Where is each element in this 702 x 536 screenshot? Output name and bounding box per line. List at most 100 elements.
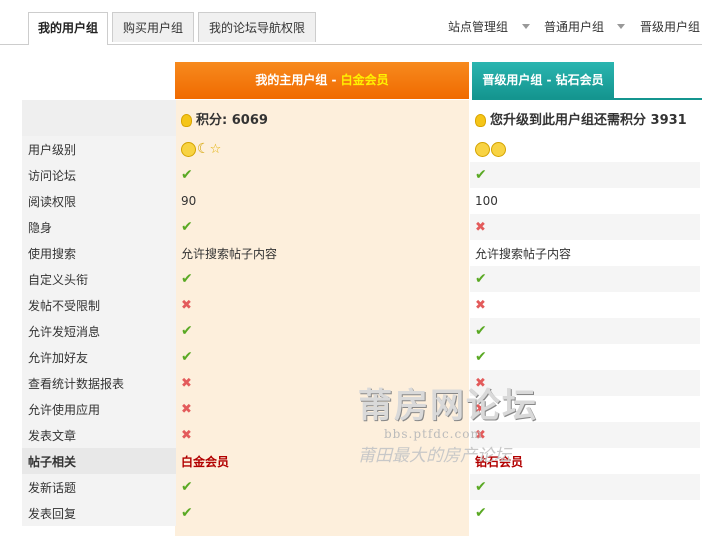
check-icon: ✔ [181, 167, 193, 183]
next-group-cell: ✔ [470, 318, 700, 344]
check-icon: ✔ [181, 505, 193, 521]
row-label: 自定义头衔 [22, 266, 176, 292]
next-group-cell: 100 [470, 188, 700, 214]
cell-text: 90 [181, 194, 197, 208]
current-group-cell: 允许搜索帖子内容 [176, 240, 470, 266]
sun-icon [181, 141, 196, 157]
check-icon: ✔ [181, 271, 193, 287]
next-group-cell: ✖ [470, 214, 700, 240]
tab-normal-group[interactable]: 普通用户组 [544, 12, 604, 42]
cross-icon: ✖ [475, 219, 486, 235]
row-label: 帖子相关 [22, 448, 176, 474]
current-group-cell: ✔ [176, 266, 470, 292]
row-label: 发帖不受限制 [22, 292, 176, 318]
current-points-text: 积分: 6069 [196, 112, 268, 128]
check-icon: ✔ [475, 271, 487, 287]
next-group-cell [470, 136, 700, 162]
check-icon: ✔ [181, 349, 193, 365]
table-row: 允许加好友 ✔ ✔ [22, 344, 700, 370]
next-group-cell: ✖ [470, 292, 700, 318]
cross-icon: ✖ [181, 375, 192, 391]
current-group-name: 白金会员 [340, 73, 389, 87]
current-group-cell: ✔ [176, 214, 470, 240]
next-group-cell: ✔ [470, 266, 700, 292]
current-group-cell: ✔ [176, 344, 470, 370]
current-group-cell: ☾☆ [176, 136, 470, 162]
next-group-cell: ✔ [470, 474, 700, 500]
current-points: 积分: 6069 [176, 100, 470, 136]
check-icon: ✔ [181, 323, 193, 339]
cell-text: 允许搜索帖子内容 [181, 246, 278, 261]
bulb-icon [181, 113, 192, 127]
tab-forum-nav-permission[interactable]: 我的论坛导航权限 [198, 12, 316, 42]
current-group-cell: ✖ [176, 292, 470, 318]
cross-icon: ✖ [475, 297, 486, 313]
table-row: 使用搜索 允许搜索帖子内容 允许搜索帖子内容 [22, 240, 700, 266]
row-label: 访问论坛 [22, 162, 176, 188]
check-icon: ✔ [475, 505, 487, 521]
points-label [22, 100, 176, 136]
row-label: 发表文章 [22, 422, 176, 448]
moon-icon: ☾ [197, 141, 210, 157]
watermark-url: bbs.ptfdc.com [384, 427, 483, 441]
current-group-cell: 90 [176, 188, 470, 214]
row-label: 允许使用应用 [22, 396, 176, 422]
next-group-header: 晋级用户组 - 钻石会员 [472, 62, 614, 98]
check-icon: ✔ [475, 323, 487, 339]
check-icon: ✔ [475, 167, 487, 183]
table-row: 用户级别 ☾☆ [22, 136, 700, 162]
next-group-cell: ✔ [470, 344, 700, 370]
row-label: 隐身 [22, 214, 176, 240]
bulb-icon [475, 113, 486, 127]
check-icon: ✔ [475, 349, 487, 365]
tab-site-admin-group[interactable]: 站点管理组 [448, 12, 508, 42]
tab-bar: 我的用户组 购买用户组 我的论坛导航权限 站点管理组 普通用户组 晋级用户组 [0, 0, 702, 45]
current-group-header: 我的主用户组 - 白金会员 [175, 62, 469, 99]
cross-icon: ✖ [181, 427, 192, 443]
watermark: 莆房网论坛 bbs.ptfdc.com 莆田最大的房产论坛 [358, 378, 588, 466]
next-group-cell: ✔ [470, 162, 700, 188]
row-label: 允许加好友 [22, 344, 176, 370]
points-row: 积分: 6069 您升级到此用户组还需积分 3931 [22, 100, 700, 136]
chevron-down-icon[interactable] [522, 24, 530, 29]
next-group-cell: ✔ [470, 500, 700, 526]
watermark-slogan: 莆田最大的房产论坛 [358, 446, 511, 466]
star-icon: ☆ [209, 141, 222, 157]
table-row: 访问论坛 ✔ ✔ [22, 162, 700, 188]
sun-icon [475, 141, 490, 157]
table-row: 阅读权限 90 100 [22, 188, 700, 214]
tab-my-usergroup[interactable]: 我的用户组 [28, 12, 108, 45]
next-group-cell: 允许搜索帖子内容 [470, 240, 700, 266]
cell-text: 白金会员 [181, 454, 230, 469]
check-icon: ✔ [475, 479, 487, 495]
row-label: 发表回复 [22, 500, 176, 526]
row-label: 阅读权限 [22, 188, 176, 214]
cross-icon: ✖ [181, 297, 192, 313]
chevron-down-icon[interactable] [617, 24, 625, 29]
tab-buy-usergroup[interactable]: 购买用户组 [112, 12, 194, 42]
current-group-cell: ✔ [176, 162, 470, 188]
current-group-cell: ✔ [176, 318, 470, 344]
next-points-text: 您升级到此用户组还需积分 3931 [490, 112, 687, 128]
check-icon: ✔ [181, 479, 193, 495]
table-row: 发新话题 ✔ ✔ [22, 474, 700, 500]
table-row: 自定义头衔 ✔ ✔ [22, 266, 700, 292]
current-group-cell: ✔ [176, 500, 470, 526]
table-row: 发帖不受限制 ✖ ✖ [22, 292, 700, 318]
next-points: 您升级到此用户组还需积分 3931 [470, 100, 700, 136]
current-group-cell: ✔ [176, 474, 470, 500]
row-label: 用户级别 [22, 136, 176, 162]
cross-icon: ✖ [181, 401, 192, 417]
row-label: 使用搜索 [22, 240, 176, 266]
sun-icon [491, 141, 506, 157]
watermark-title: 莆房网论坛 [358, 386, 538, 426]
row-label: 允许发短消息 [22, 318, 176, 344]
check-icon: ✔ [181, 219, 193, 235]
row-label: 查看统计数据报表 [22, 370, 176, 396]
current-group-prefix: 我的主用户组 - [255, 73, 341, 87]
cell-text: 100 [475, 194, 498, 208]
table-row: 发表回复 ✔ ✔ [22, 500, 700, 526]
cell-text: 允许搜索帖子内容 [475, 246, 572, 261]
tab-promotion-group[interactable]: 晋级用户组 [640, 12, 700, 42]
table-row: 允许发短消息 ✔ ✔ [22, 318, 700, 344]
